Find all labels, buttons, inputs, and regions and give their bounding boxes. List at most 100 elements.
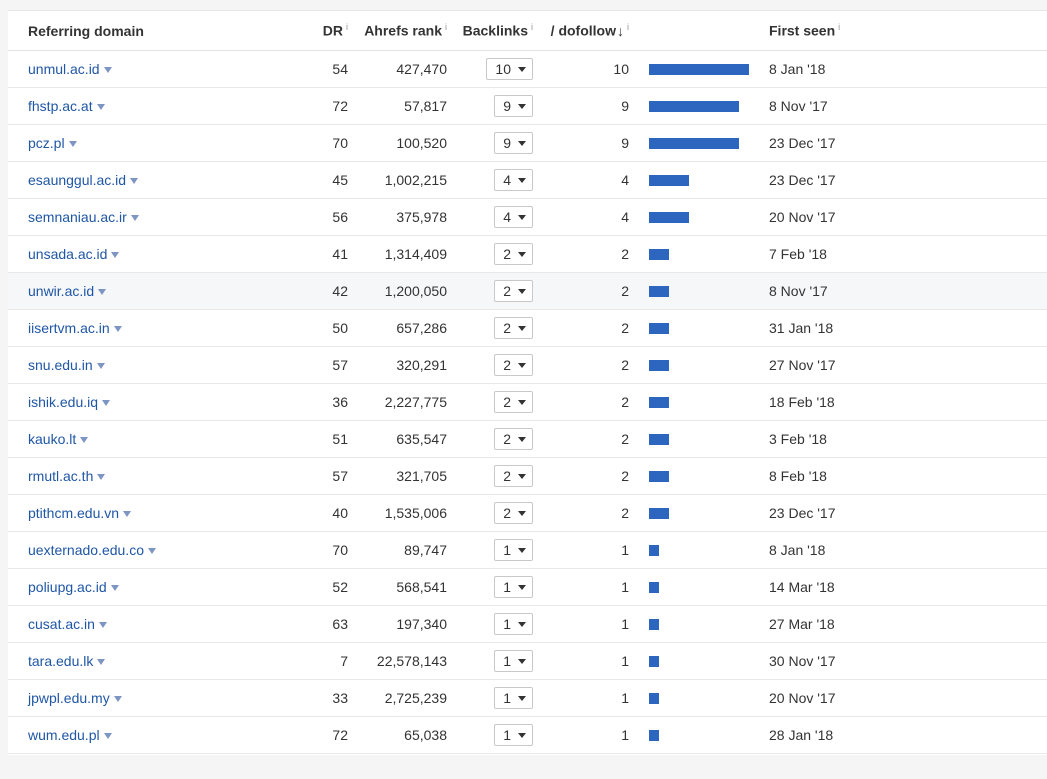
referring-domain-link[interactable]: uexternado.edu.co: [28, 542, 144, 558]
referring-domain-link[interactable]: unsada.ac.id: [28, 246, 107, 262]
referring-domain-link[interactable]: pcz.pl: [28, 135, 65, 151]
backlinks-select[interactable]: 1: [494, 613, 533, 635]
backlinks-select[interactable]: 1: [494, 650, 533, 672]
referring-domain-link[interactable]: wum.edu.pl: [28, 727, 100, 743]
first-seen-cell: 27 Mar '18: [769, 605, 1047, 643]
backlinks-select[interactable]: 2: [494, 354, 533, 376]
referring-domain-link[interactable]: unwir.ac.id: [28, 283, 94, 299]
chevron-down-icon: [518, 585, 526, 590]
backlinks-select[interactable]: 2: [494, 465, 533, 487]
first-seen-cell: 30 Nov '17: [769, 642, 1047, 680]
caret-down-icon[interactable]: [68, 141, 77, 147]
col-header-dofollow[interactable]: / dofollow↓ i: [533, 11, 629, 51]
backlinks-cell: 10: [447, 50, 533, 88]
backlinks-select-value: 1: [503, 653, 511, 669]
chevron-down-icon: [518, 659, 526, 664]
table-row: fhstp.ac.at 72 57,817 9 9 8 Nov '17: [8, 87, 1047, 125]
backlinks-select[interactable]: 2: [494, 243, 533, 265]
dofollow-cell: 2: [533, 309, 629, 347]
dofollow-cell: 2: [533, 420, 629, 458]
info-icon[interactable]: i: [838, 22, 840, 32]
dofollow-cell: 2: [533, 346, 629, 384]
backlinks-select[interactable]: 2: [494, 280, 533, 302]
backlinks-select[interactable]: 10: [486, 58, 533, 80]
chevron-down-icon: [518, 178, 526, 183]
col-header-dr[interactable]: DR i: [296, 11, 348, 51]
caret-down-icon[interactable]: [98, 289, 107, 295]
referring-domain-cell: semnaniau.ac.ir: [8, 198, 296, 236]
sort-desc-icon[interactable]: ↓: [617, 23, 624, 39]
first-seen-cell: 8 Jan '18: [769, 50, 1047, 88]
caret-down-icon[interactable]: [98, 622, 107, 628]
caret-down-icon[interactable]: [113, 326, 122, 332]
ahrefs-rank-cell: 2,725,239: [348, 679, 447, 717]
referring-domain-link[interactable]: esaunggul.ac.id: [28, 172, 126, 188]
backlinks-cell: 4: [447, 161, 533, 199]
dofollow-bar: [649, 137, 739, 149]
first-seen-cell: 20 Nov '17: [769, 679, 1047, 717]
caret-down-icon[interactable]: [130, 215, 139, 221]
referring-domain-link[interactable]: ishik.edu.iq: [28, 394, 98, 410]
caret-down-icon[interactable]: [80, 437, 89, 443]
caret-down-icon[interactable]: [110, 585, 119, 591]
col-header-referring-domain[interactable]: Referring domain: [8, 11, 296, 51]
info-icon[interactable]: i: [346, 22, 348, 32]
caret-down-icon[interactable]: [96, 363, 105, 369]
backlinks-select[interactable]: 2: [494, 428, 533, 450]
referring-domain-link[interactable]: jpwpl.edu.my: [28, 690, 110, 706]
backlinks-select[interactable]: 2: [494, 317, 533, 339]
dofollow-bar-cell: [629, 568, 769, 606]
table-row: cusat.ac.in 63 197,340 1 1 27 Mar '18: [8, 605, 1047, 643]
caret-down-icon[interactable]: [97, 474, 106, 480]
caret-down-icon[interactable]: [103, 67, 112, 73]
referring-domain-link[interactable]: semnaniau.ac.ir: [28, 209, 127, 225]
caret-down-icon[interactable]: [103, 733, 112, 739]
info-icon[interactable]: i: [531, 22, 533, 32]
caret-down-icon[interactable]: [97, 659, 106, 665]
table-row: esaunggul.ac.id 45 1,002,215 4 4 23 Dec '17: [8, 161, 1047, 199]
backlinks-select[interactable]: 4: [494, 206, 533, 228]
col-header-bar: [629, 11, 769, 51]
caret-down-icon[interactable]: [130, 178, 139, 184]
referring-domain-link[interactable]: ptithcm.edu.vn: [28, 505, 119, 521]
backlinks-cell: 2: [447, 346, 533, 384]
caret-down-icon[interactable]: [123, 511, 132, 517]
first-seen-cell: 20 Nov '17: [769, 198, 1047, 236]
referring-domain-link[interactable]: poliupg.ac.id: [28, 579, 107, 595]
referring-domain-link[interactable]: tara.edu.lk: [28, 653, 93, 669]
dofollow-cell: 1: [533, 716, 629, 754]
backlinks-select[interactable]: 1: [494, 724, 533, 746]
referring-domain-link[interactable]: rmutl.ac.th: [28, 468, 93, 484]
referring-domain-link[interactable]: snu.edu.in: [28, 357, 93, 373]
referring-domain-link[interactable]: cusat.ac.in: [28, 616, 95, 632]
referring-domain-link[interactable]: iisertvm.ac.in: [28, 320, 110, 336]
backlinks-select[interactable]: 1: [494, 687, 533, 709]
backlinks-select[interactable]: 1: [494, 576, 533, 598]
backlinks-select[interactable]: 2: [494, 391, 533, 413]
chevron-down-icon: [518, 215, 526, 220]
referring-domain-link[interactable]: kauko.lt: [28, 431, 76, 447]
backlinks-select[interactable]: 2: [494, 502, 533, 524]
dr-cell: 56: [296, 198, 348, 236]
col-header-ahrefs-rank[interactable]: Ahrefs rank i: [348, 11, 447, 51]
caret-down-icon[interactable]: [147, 548, 156, 554]
col-header-first-seen[interactable]: First seen i: [769, 11, 1047, 51]
referring-domain-link[interactable]: unmul.ac.id: [28, 61, 100, 77]
info-icon[interactable]: i: [627, 22, 629, 32]
dofollow-bar: [649, 63, 749, 75]
backlinks-select[interactable]: 1: [494, 539, 533, 561]
caret-down-icon[interactable]: [102, 400, 111, 406]
caret-down-icon[interactable]: [96, 104, 105, 110]
backlinks-select[interactable]: 9: [494, 132, 533, 154]
col-header-backlinks[interactable]: Backlinks i: [447, 11, 533, 51]
info-icon[interactable]: i: [445, 22, 447, 32]
referring-domain-link[interactable]: fhstp.ac.at: [28, 98, 93, 114]
dofollow-cell: 2: [533, 235, 629, 273]
backlinks-select[interactable]: 4: [494, 169, 533, 191]
caret-down-icon[interactable]: [111, 252, 120, 258]
backlinks-select[interactable]: 9: [494, 95, 533, 117]
ahrefs-rank-cell: 1,002,215: [348, 161, 447, 199]
table-row: pcz.pl 70 100,520 9 9 23 Dec '17: [8, 124, 1047, 162]
dr-cell: 42: [296, 272, 348, 310]
caret-down-icon[interactable]: [113, 696, 122, 702]
